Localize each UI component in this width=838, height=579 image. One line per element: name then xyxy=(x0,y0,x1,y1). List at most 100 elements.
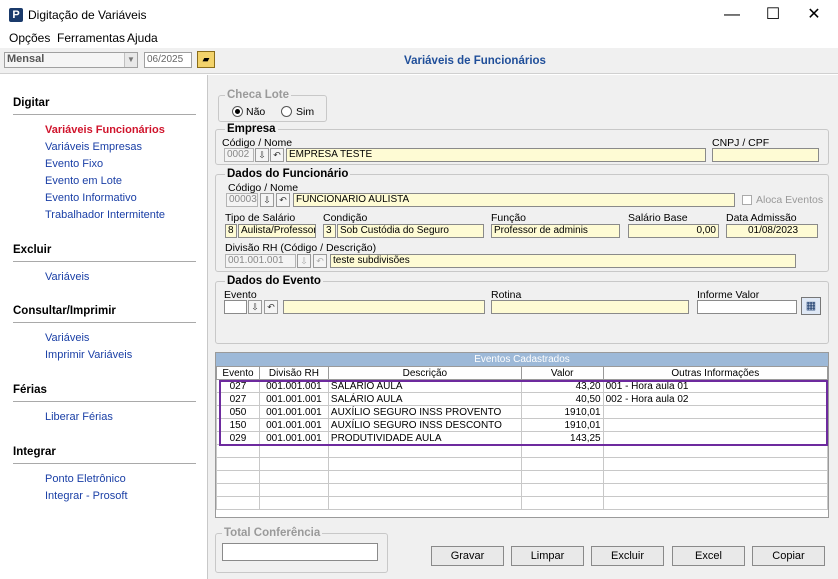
table-row-empty[interactable] xyxy=(216,470,829,484)
funcionario-title: Dados do Funcionário xyxy=(225,168,351,180)
limpar-button[interactable]: Limpar xyxy=(511,546,584,566)
period-type-value: Mensal xyxy=(7,53,45,65)
tipo-salario-code[interactable]: 8 xyxy=(225,224,237,238)
search-download-icon[interactable]: ⇩ xyxy=(297,254,311,268)
data-admissao-field[interactable]: 01/08/2023 xyxy=(726,224,818,238)
cell-valor: 1910,01 xyxy=(520,418,604,432)
menu-ajuda[interactable]: Ajuda xyxy=(127,31,158,45)
table-row-empty[interactable] xyxy=(216,457,829,471)
sidebar-section-consultar: Consultar/Imprimir xyxy=(13,305,116,317)
func-nome-field[interactable]: FUNCIONARIO AULISTA xyxy=(293,193,735,207)
sidebar-item-variaveis-empresas[interactable]: Variáveis Empresas xyxy=(45,141,142,153)
divisao-code-field[interactable]: 001.001.001 xyxy=(225,254,296,268)
cell-divisao: 001.001.001 xyxy=(258,431,329,445)
condicao-desc[interactable]: Sob Custódia do Seguro xyxy=(337,224,484,238)
aloca-eventos-label: Aloca Eventos xyxy=(756,194,824,206)
gravar-button[interactable]: Gravar xyxy=(431,546,504,566)
undo-icon[interactable]: ↶ xyxy=(270,148,284,162)
evento-title: Dados do Evento xyxy=(225,275,323,287)
cell-outras xyxy=(602,431,829,445)
cell-evento: 027 xyxy=(216,379,260,393)
copiar-button[interactable]: Copiar xyxy=(752,546,825,566)
menu-ferramentas[interactable]: Ferramentas xyxy=(57,31,125,45)
total-conferencia-field[interactable] xyxy=(222,543,378,561)
close-button[interactable]: ✕ xyxy=(798,4,830,26)
table-row[interactable]: 150 001.001.001 AUXÍLIO SEGURO INSS DESC… xyxy=(216,418,829,432)
func-codigo-field[interactable]: 00003 xyxy=(226,193,258,207)
table-row[interactable]: 050 001.001.001 AUXÍLIO SEGURO INSS PROV… xyxy=(216,405,829,419)
maximize-button[interactable]: ☐ xyxy=(757,4,789,26)
sidebar-item-trabalhador-intermitente[interactable]: Trabalhador Intermitente xyxy=(45,209,165,221)
table-row-empty[interactable] xyxy=(216,483,829,497)
sidebar-item-consultar-variaveis[interactable]: Variáveis xyxy=(45,332,89,344)
undo-icon[interactable]: ↶ xyxy=(276,193,290,207)
radio-nao[interactable] xyxy=(232,106,243,117)
data-admissao-label: Data Admissão xyxy=(726,212,797,224)
search-download-icon[interactable]: ⇩ xyxy=(248,300,262,314)
undo-icon[interactable]: ↶ xyxy=(313,254,327,268)
minimize-button[interactable]: — xyxy=(716,4,748,26)
undo-icon[interactable]: ↶ xyxy=(264,300,278,314)
col-header-outras[interactable]: Outras Informações xyxy=(602,366,829,380)
table-row-empty[interactable] xyxy=(216,444,829,458)
cell-divisao: 001.001.001 xyxy=(258,392,329,406)
sidebar-item-liberar-ferias[interactable]: Liberar Férias xyxy=(45,411,113,423)
condicao-label: Condição xyxy=(323,212,368,224)
cell-outras xyxy=(602,418,829,432)
cell-outras: 001 - Hora aula 01 xyxy=(602,379,829,393)
divider xyxy=(13,114,196,115)
rotina-field[interactable] xyxy=(491,300,689,314)
col-header-valor[interactable]: Valor xyxy=(520,366,604,380)
window-title: Digitação de Variáveis xyxy=(28,8,147,22)
divider xyxy=(13,463,196,464)
sidebar-item-ponto-eletronico[interactable]: Ponto Eletrônico xyxy=(45,473,126,485)
sidebar-section-integrar: Integrar xyxy=(13,446,56,458)
period-field[interactable]: 06/2025 xyxy=(144,52,192,68)
divisao-desc-field[interactable]: teste subdivisões xyxy=(330,254,796,268)
sidebar-item-imprimir-variaveis[interactable]: Imprimir Variáveis xyxy=(45,349,132,361)
col-header-evento[interactable]: Evento xyxy=(216,366,260,380)
funcao-field[interactable]: Professor de adminis xyxy=(491,224,620,238)
cnpj-field[interactable] xyxy=(712,148,819,162)
cell-divisao: 001.001.001 xyxy=(258,418,329,432)
sidebar-item-integrar-prosoft[interactable]: Integrar - Prosoft xyxy=(45,490,128,502)
menu-opcoes[interactable]: Opções xyxy=(9,31,50,45)
informe-valor-field[interactable] xyxy=(697,300,797,314)
salario-base-field[interactable]: 0,00 xyxy=(628,224,719,238)
open-folder-icon[interactable]: ▰ xyxy=(197,51,215,68)
sidebar-item-evento-informativo[interactable]: Evento Informativo xyxy=(45,192,137,204)
divisao-rh-label: Divisão RH (Código / Descrição) xyxy=(225,242,377,254)
evento-desc-field[interactable] xyxy=(283,300,485,314)
condicao-code[interactable]: 3 xyxy=(323,224,336,238)
sidebar-section-excluir: Excluir xyxy=(13,244,52,256)
cell-divisao: 001.001.001 xyxy=(258,379,329,393)
sidebar-item-excluir-variaveis[interactable]: Variáveis xyxy=(45,271,89,283)
cell-valor: 40,50 xyxy=(520,392,604,406)
empresa-codigo-field[interactable]: 0002 xyxy=(224,148,254,162)
period-type-select[interactable]: Mensal ▼ xyxy=(4,52,138,68)
empresa-nome-field[interactable]: EMPRESA TESTE xyxy=(286,148,706,162)
sidebar-item-evento-lote[interactable]: Evento em Lote xyxy=(45,175,122,187)
excluir-button[interactable]: Excluir xyxy=(591,546,664,566)
evento-code-field[interactable] xyxy=(224,300,247,314)
search-download-icon[interactable]: ⇩ xyxy=(260,193,274,207)
col-header-divisao[interactable]: Divisão RH xyxy=(258,366,329,380)
cell-valor: 1910,01 xyxy=(520,405,604,419)
aloca-eventos-checkbox[interactable] xyxy=(742,195,752,205)
excel-button[interactable]: Excel xyxy=(672,546,745,566)
tipo-salario-label: Tipo de Salário xyxy=(225,212,296,224)
cell-descricao: PRODUTIVIDADE AULA xyxy=(327,431,522,445)
col-header-descricao[interactable]: Descrição xyxy=(327,366,522,380)
calculator-icon[interactable]: ▦ xyxy=(801,297,821,315)
radio-sim[interactable] xyxy=(281,106,292,117)
search-download-icon[interactable]: ⇩ xyxy=(255,148,269,162)
chevron-down-icon[interactable]: ▼ xyxy=(124,53,137,67)
sidebar-item-variaveis-funcionarios[interactable]: Variáveis Funcionários xyxy=(45,124,165,136)
table-row[interactable]: 027 001.001.001 SALÁRIO AULA 40,50 002 -… xyxy=(216,392,829,406)
sidebar-item-evento-fixo[interactable]: Evento Fixo xyxy=(45,158,103,170)
table-row[interactable]: 027 001.001.001 SALÁRIO AULA 43,20 001 -… xyxy=(216,379,829,393)
tipo-salario-desc[interactable]: Aulista/Professor xyxy=(238,224,316,238)
table-row[interactable]: 029 001.001.001 PRODUTIVIDADE AULA 143,2… xyxy=(216,431,829,445)
app-logo-icon: P xyxy=(9,8,23,22)
table-row-empty[interactable] xyxy=(216,496,829,510)
